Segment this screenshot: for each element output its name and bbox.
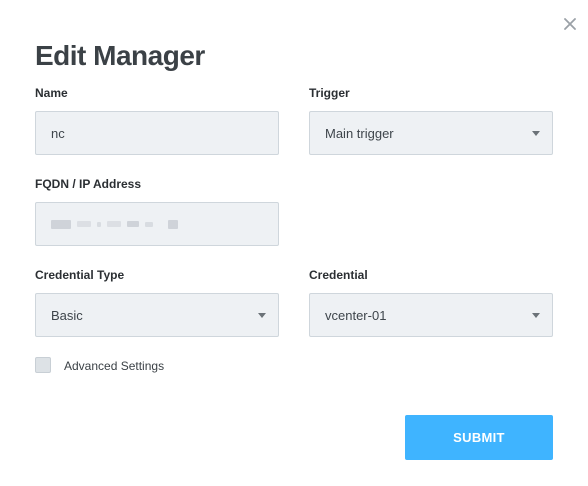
advanced-settings-checkbox[interactable]: [35, 357, 51, 373]
trigger-label: Trigger: [309, 86, 350, 100]
credential-type-label: Credential Type: [35, 268, 125, 282]
name-input[interactable]: nc: [35, 111, 279, 155]
trigger-select[interactable]: Main trigger: [309, 111, 553, 155]
credential-label: Credential: [309, 268, 368, 282]
redacted-value: [51, 219, 178, 229]
credential-select[interactable]: vcenter-01: [309, 293, 553, 337]
close-icon: [564, 18, 576, 30]
name-label: Name: [35, 86, 68, 100]
credential-type-value: Basic: [51, 307, 83, 323]
credential-value: vcenter-01: [325, 307, 387, 323]
close-button[interactable]: [560, 14, 580, 34]
fqdn-label: FQDN / IP Address: [35, 177, 142, 191]
chevron-down-icon: [532, 313, 540, 318]
chevron-down-icon: [258, 313, 266, 318]
edit-manager-dialog: Edit Manager Name nc Trigger Main trigge…: [0, 0, 588, 486]
trigger-value: Main trigger: [325, 125, 394, 141]
dialog-title: Edit Manager: [35, 40, 205, 71]
name-value: nc: [51, 125, 65, 141]
credential-type-select[interactable]: Basic: [35, 293, 279, 337]
chevron-down-icon: [532, 131, 540, 136]
advanced-settings-label[interactable]: Advanced Settings: [64, 359, 164, 373]
submit-button[interactable]: SUBMIT: [405, 415, 553, 460]
fqdn-input[interactable]: [35, 202, 279, 246]
